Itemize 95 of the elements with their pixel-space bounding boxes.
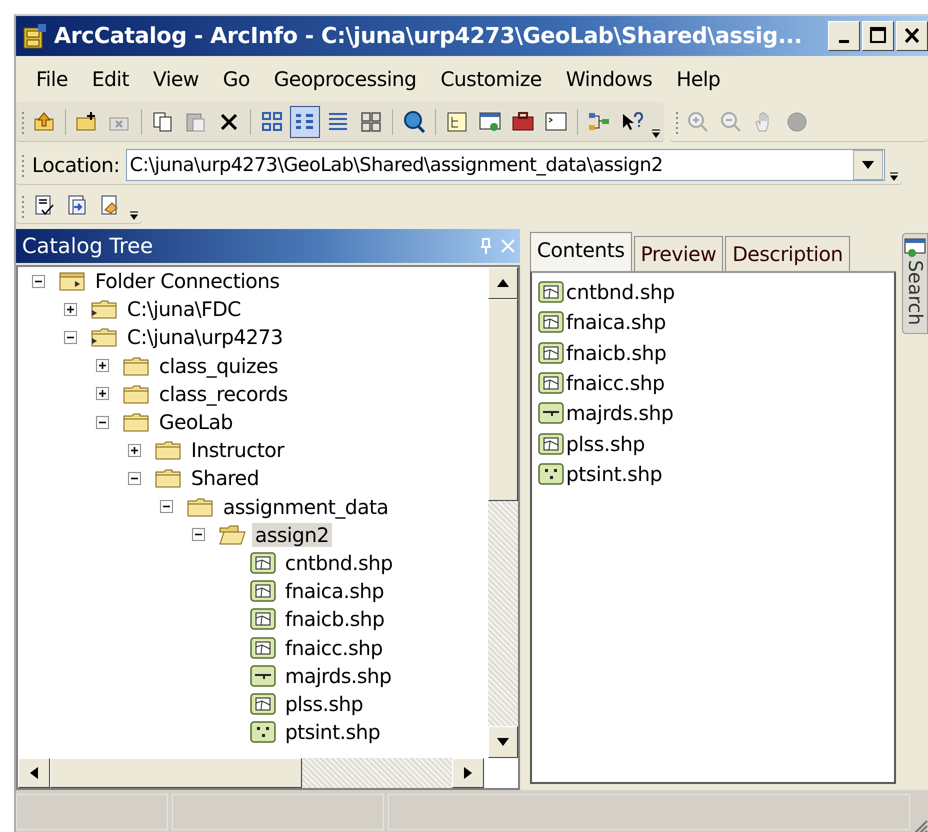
shapefile-item[interactable]: fnaicc.shp xyxy=(566,371,665,396)
connected-folder-icon xyxy=(90,298,118,320)
tree-item[interactable]: fnaica.shp xyxy=(282,579,387,604)
shapefile-item[interactable]: fnaica.shp xyxy=(566,310,666,334)
point-layer-icon xyxy=(250,721,276,744)
menu-item[interactable]: Go xyxy=(210,67,262,91)
tree-item[interactable]: Folder Connections xyxy=(92,269,283,294)
horizontal-scrollbar[interactable] xyxy=(18,758,518,788)
tree-item[interactable]: GeoLab xyxy=(156,410,236,434)
scroll-up-icon[interactable] xyxy=(496,278,510,288)
line-layer-icon xyxy=(538,402,564,424)
tree-item[interactable]: Instructor xyxy=(188,438,288,462)
tree-item[interactable]: assign2 xyxy=(252,522,332,547)
tree-item[interactable]: assignment_data xyxy=(220,494,392,519)
plus-box-icon[interactable] xyxy=(128,444,141,457)
polygon-layer-icon xyxy=(538,432,564,455)
tree-item[interactable]: C:\juna\FDC xyxy=(124,297,244,322)
tab[interactable]: Description xyxy=(725,236,850,271)
folder-icon xyxy=(154,467,182,490)
shapefile-item[interactable]: cntbnd.shp xyxy=(566,280,675,304)
toolbar-options-icon[interactable] xyxy=(128,209,140,221)
scroll-thumb[interactable] xyxy=(50,758,302,788)
shapefile-item[interactable]: fnaicb.shp xyxy=(566,340,666,365)
menu-item[interactable]: Help xyxy=(664,67,732,91)
polygon-layer-icon xyxy=(538,281,564,304)
tree-item[interactable]: majrds.shp xyxy=(282,664,394,688)
window-icon[interactable] xyxy=(478,110,502,134)
polygon-layer-icon xyxy=(538,311,564,334)
polygon-layer-icon xyxy=(538,372,564,394)
polygon-layer-icon xyxy=(250,608,276,630)
tree-item[interactable]: ptsint.shp xyxy=(282,720,384,744)
search-tab[interactable]: Search xyxy=(902,233,928,334)
polygon-layer-icon xyxy=(250,692,276,715)
grip-icon xyxy=(20,193,26,219)
connected-folder-icon xyxy=(90,326,118,348)
minus-box-icon[interactable] xyxy=(192,528,205,542)
scroll-thumb[interactable] xyxy=(488,299,518,501)
window-globe-icon xyxy=(904,238,926,258)
menu-item[interactable]: Edit xyxy=(80,67,142,91)
polygon-layer-icon xyxy=(250,552,276,574)
folder-icon xyxy=(122,382,150,405)
toolbar-options-icon[interactable] xyxy=(650,127,662,139)
location-label: Location: xyxy=(32,153,120,177)
menu-item[interactable]: View xyxy=(141,67,211,91)
dropdown-arrow-icon xyxy=(861,160,875,170)
line-layer-icon xyxy=(250,664,276,687)
plus-box-icon[interactable] xyxy=(64,302,77,316)
search-icon[interactable] xyxy=(402,110,426,134)
menu-item[interactable]: Windows xyxy=(554,67,664,91)
minus-box-icon[interactable] xyxy=(96,416,109,429)
tree-window-icon[interactable] xyxy=(445,110,469,134)
tree-item[interactable]: cntbnd.shp xyxy=(282,550,396,575)
polygon-layer-icon xyxy=(538,342,564,364)
large-icons-icon[interactable] xyxy=(260,110,284,134)
scroll-down-icon[interactable] xyxy=(496,737,510,747)
minus-box-icon[interactable] xyxy=(160,500,173,514)
panel-title: Catalog Tree xyxy=(22,234,154,258)
minus-box-icon[interactable] xyxy=(128,472,141,485)
shapefile-item[interactable]: ptsint.shp xyxy=(566,462,662,486)
scroll-right-icon[interactable] xyxy=(463,766,473,780)
minus-box-icon[interactable] xyxy=(32,274,45,288)
minus-box-icon[interactable] xyxy=(64,330,77,344)
menu-item[interactable]: Customize xyxy=(428,67,554,91)
open-folder-icon xyxy=(218,524,246,546)
grip-icon xyxy=(20,109,26,135)
shapefile-item[interactable]: majrds.shp xyxy=(566,401,674,426)
toolbar-options-icon[interactable] xyxy=(888,170,900,182)
polygon-layer-icon xyxy=(250,580,276,602)
plus-box-icon[interactable] xyxy=(96,359,109,372)
shapefile-item[interactable]: plss.shp xyxy=(566,432,645,456)
menu-item[interactable]: Geoprocessing xyxy=(262,67,428,91)
thumbnails-icon[interactable] xyxy=(359,110,383,134)
tab[interactable]: Contents xyxy=(530,232,632,271)
window-title: ArcCatalog - ArcInfo - C:\juna\urp4273\GeoLab\Shared\assig... xyxy=(54,24,804,48)
location-field[interactable]: C:\juna\urp4273\GeoLab\Shared\assignment_data\assign2 xyxy=(126,149,885,181)
polygon-layer-icon xyxy=(250,636,276,659)
plus-box-icon[interactable] xyxy=(96,387,109,400)
tab[interactable]: Preview xyxy=(634,236,724,271)
vertical-scrollbar[interactable] xyxy=(488,267,518,758)
tree-item[interactable]: fnaicb.shp xyxy=(282,607,388,632)
tree-item[interactable]: fnaicc.shp xyxy=(282,636,386,660)
menu-item[interactable]: File xyxy=(24,67,80,91)
folder-icon xyxy=(154,439,182,462)
tree-item[interactable]: plss.shp xyxy=(282,692,366,716)
point-layer-icon xyxy=(538,462,564,485)
tree-item[interactable]: class_records xyxy=(156,382,291,406)
folder-icon xyxy=(122,411,150,434)
tree-item[interactable]: class_quizes xyxy=(156,354,281,378)
folder-icon xyxy=(186,496,214,518)
grip-icon xyxy=(20,152,26,178)
tree-item[interactable]: C:\juna\urp4273 xyxy=(124,325,286,350)
scroll-left-icon[interactable] xyxy=(29,766,39,780)
tree-item[interactable]: Shared xyxy=(188,466,262,490)
folder-icon xyxy=(122,354,150,377)
grip-icon xyxy=(674,109,680,135)
